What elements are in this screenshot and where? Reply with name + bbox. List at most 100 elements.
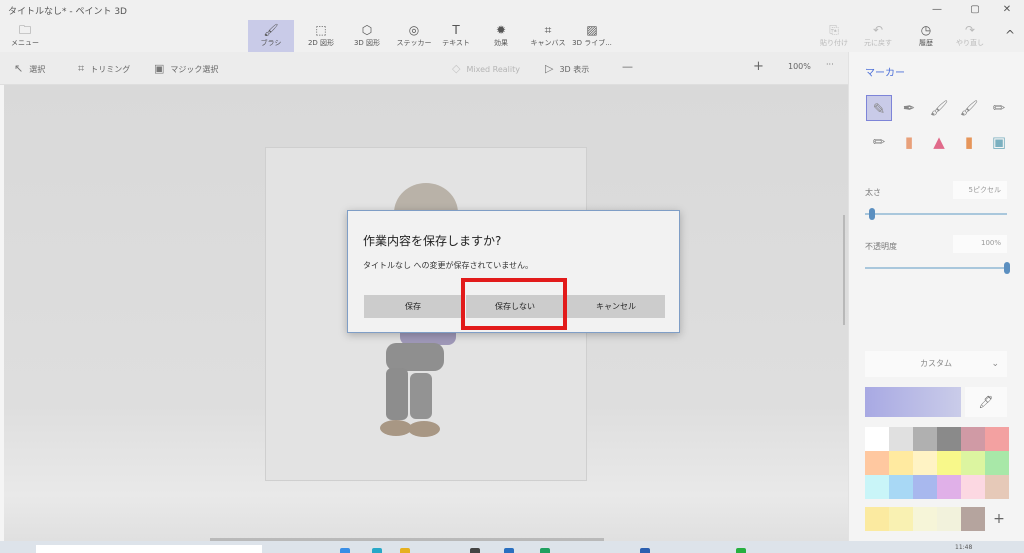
close-window-button[interactable]: ✕ (990, 0, 1024, 20)
pixel-pen-button[interactable]: ✏ (986, 95, 1012, 121)
3d-shapes-icon: ⬡ (361, 23, 373, 37)
pencil-button[interactable]: ✏ (866, 129, 892, 155)
thickness-input[interactable]: 5ピクセル (953, 181, 1007, 199)
paint-3d-window: タイトルなし* - ペイント 3D — ▢ ✕ 🗀 メニュー 🖌 ブラシ ⬚ 2D 図… (0, 0, 1024, 553)
taskbar-app-icon[interactable] (736, 548, 746, 553)
fill-bucket-button[interactable]: ▣ (986, 129, 1012, 155)
color-swatch[interactable] (865, 475, 889, 499)
color-swatch[interactable] (961, 475, 985, 499)
color-swatch[interactable] (913, 427, 937, 451)
marker-brush-button[interactable]: ✎ (866, 95, 892, 121)
ribbon-action-label: 履歴 (919, 39, 933, 47)
taskbar-app-icon[interactable] (400, 548, 410, 553)
thickness-slider-thumb[interactable] (869, 208, 876, 220)
current-color-swatch[interactable] (865, 387, 961, 417)
ribbon-action-label: 元に戻す (864, 39, 892, 47)
ribbon-tool-button[interactable]: 🖌 ブラシ (248, 20, 294, 52)
marker-icon: ✎ (872, 100, 886, 118)
spray-can-button[interactable]: ▮ (956, 129, 982, 155)
select-tool[interactable]: ↖ 選択 (14, 62, 45, 75)
redo-icon: ↷ (964, 23, 976, 37)
taskbar-app-icon[interactable] (504, 548, 514, 553)
opacity-slider[interactable] (865, 267, 1007, 269)
fill-bucket-icon: ▣ (991, 133, 1007, 151)
magic-select-tool[interactable]: ▣ マジック選択 (154, 62, 218, 75)
color-swatch[interactable] (985, 451, 1009, 475)
view-3d-label: 3D 表示 (559, 65, 590, 74)
color-swatch[interactable] (937, 427, 961, 451)
color-swatch[interactable] (865, 427, 889, 451)
recent-colors (865, 507, 1009, 531)
thickness-slider[interactable] (865, 213, 1007, 215)
mixed-reality-button[interactable]: ◇ Mixed Reality (452, 62, 520, 75)
taskbar-app-icon[interactable] (640, 548, 650, 553)
color-swatch[interactable] (937, 475, 961, 499)
dialog-title: 作業内容を保存しますか? (363, 234, 502, 248)
color-swatch[interactable] (889, 427, 913, 451)
zoom-level: 100% (788, 62, 811, 71)
color-swatch[interactable] (889, 475, 913, 499)
color-mode-dropdown[interactable]: カスタム ⌄ (865, 351, 1007, 377)
crop-tool[interactable]: ⌗ トリミング (78, 62, 130, 76)
save-button[interactable]: 保存 (364, 295, 462, 318)
color-swatch[interactable] (889, 451, 913, 475)
opacity-input[interactable]: 100% (953, 235, 1007, 253)
ribbon-tool-button[interactable]: ⬡ 3D 図形 (345, 20, 389, 52)
cancel-button[interactable]: キャンセル (567, 295, 665, 318)
color-swatch[interactable] (961, 427, 985, 451)
menu-button[interactable]: 🗀 メニュー (6, 20, 44, 52)
vertical-scrollbar[interactable] (843, 215, 845, 325)
color-swatch[interactable] (865, 451, 889, 475)
ribbon-action-button[interactable]: ↷ やり直し (950, 20, 990, 52)
recent-color-swatch[interactable] (937, 507, 961, 531)
color-swatch[interactable] (937, 451, 961, 475)
recent-color-swatch[interactable] (913, 507, 937, 531)
collapse-ribbon-button[interactable]: ^ (1000, 20, 1020, 52)
calligraphy-pen-button[interactable]: ✒ (896, 95, 922, 121)
zoom-in-button[interactable]: + (753, 59, 764, 74)
ribbon-tool-button[interactable]: ⌗ キャンバス (526, 20, 570, 52)
ribbon-tool-button[interactable]: ⬚ 2D 図形 (299, 20, 343, 52)
eraser-button[interactable]: ▮ (896, 129, 922, 155)
ribbon-tool-button[interactable]: ▨ 3D ライブ... (570, 20, 614, 52)
ribbon-tool-button[interactable]: T テキスト (436, 20, 476, 52)
taskbar-app-icon[interactable] (540, 548, 550, 553)
minimize-button[interactable]: — (920, 0, 954, 20)
window-title: タイトルなし* - ペイント 3D (8, 7, 127, 17)
crayon-button[interactable]: ▲ (926, 129, 952, 155)
watercolor-button[interactable]: 🖌 (956, 95, 982, 121)
more-options-button[interactable]: ··· (826, 60, 834, 69)
ribbon-action-button[interactable]: ↶ 元に戻す (858, 20, 898, 52)
add-color-button[interactable]: + (989, 507, 1009, 531)
recent-color-swatch[interactable] (961, 507, 985, 531)
view-3d-button[interactable]: ▷ 3D 表示 (545, 62, 589, 75)
taskbar-app-icon[interactable] (470, 548, 480, 553)
color-swatch[interactable] (913, 451, 937, 475)
color-swatch[interactable] (985, 427, 1009, 451)
ribbon-tool-button[interactable]: ◎ ステッカー (392, 20, 436, 52)
recent-color-swatch[interactable] (889, 507, 913, 531)
ribbon-action-button[interactable]: ◷ 履歴 (906, 20, 946, 52)
taskbar-app-icon[interactable] (340, 548, 350, 553)
effects-icon: ✹ (495, 23, 507, 37)
zoom-out-button[interactable]: — (622, 60, 633, 73)
undo-icon: ↶ (872, 23, 884, 37)
taskbar-search-box[interactable] (36, 545, 262, 553)
calligraphy-pen-icon: ✒ (902, 99, 916, 117)
ribbon-action-button[interactable]: ⎘ 貼り付け (814, 20, 854, 52)
ribbon-tool-button[interactable]: ✹ 効果 (481, 20, 521, 52)
canvas-toolbar: ↖ 選択 ⌗ トリミング ▣ マジック選択 ◇ Mixed Reality ▷ 3D 表示… (0, 52, 848, 125)
eyedropper-button[interactable]: 🖊 (965, 387, 1007, 417)
maximize-button[interactable]: ▢ (958, 0, 992, 20)
color-swatch[interactable] (913, 475, 937, 499)
recent-color-swatch[interactable] (865, 507, 889, 531)
taskbar-app-icon[interactable] (372, 548, 382, 553)
opacity-slider-thumb[interactable] (1004, 262, 1010, 274)
crop-icon: ⌗ (78, 62, 85, 75)
ribbon-tool-label: 3D ライブ... (572, 39, 612, 47)
color-swatch[interactable] (985, 475, 1009, 499)
color-swatch[interactable] (961, 451, 985, 475)
oil-brush-button[interactable]: 🖌 (926, 95, 952, 121)
ribbon: 🗀 メニュー 🖌 ブラシ ⬚ 2D 図形 ⬡ 3D 図形 ◎ ステッカー T テキスト ✹ 効果 ⌗ キャ… (0, 20, 1024, 52)
text-icon: T (452, 23, 460, 37)
